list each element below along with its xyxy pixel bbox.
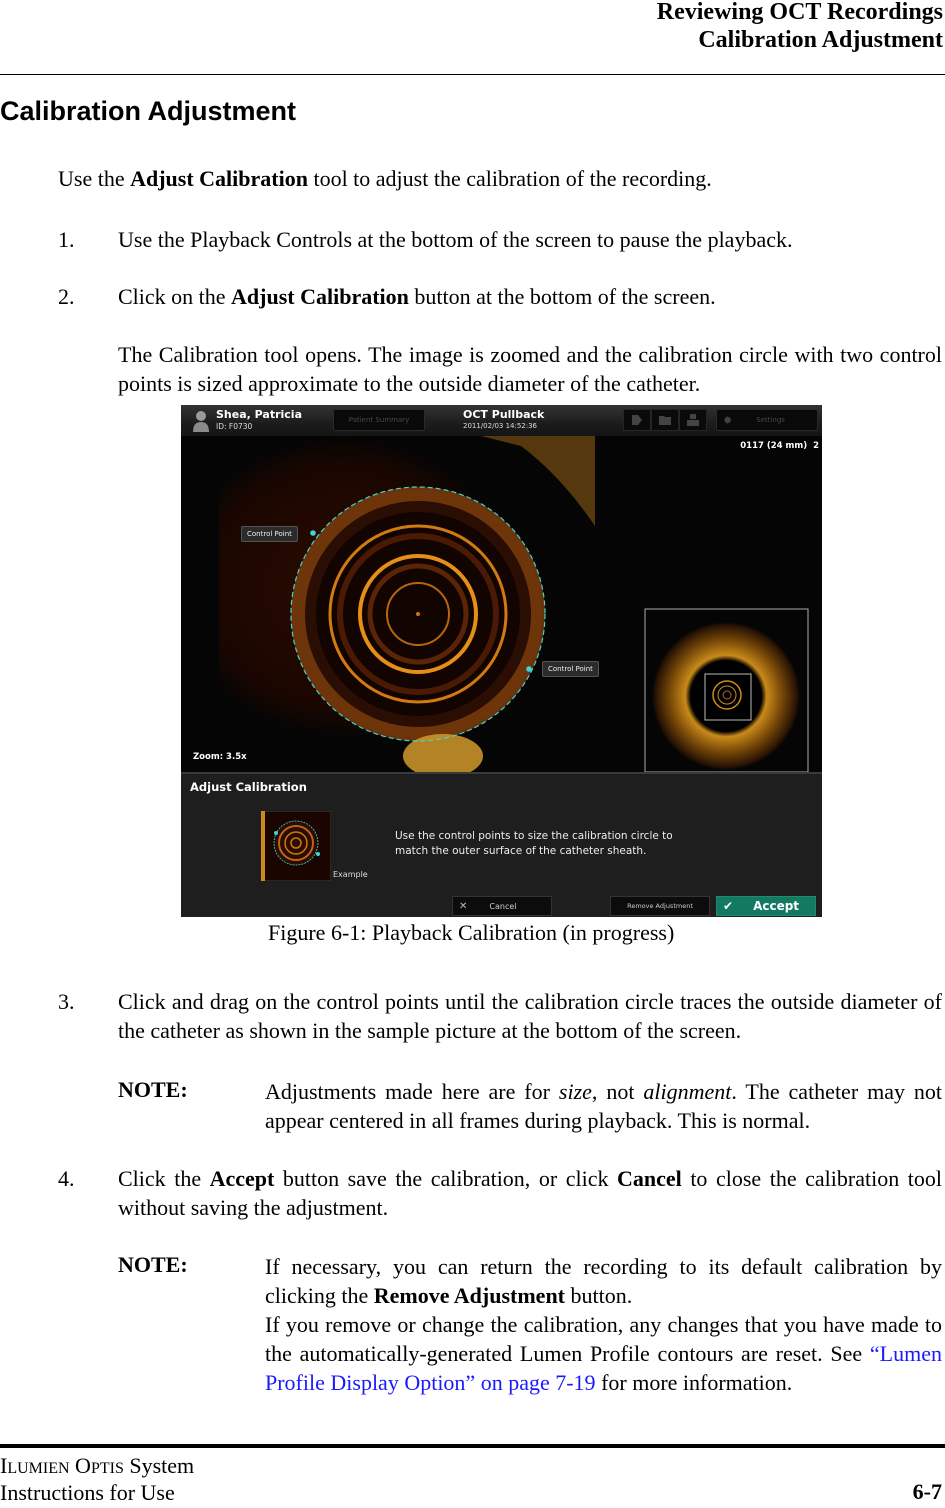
note-paragraph: If you remove or change the calibration,… [265,1310,942,1397]
oct-image-area [181,436,822,772]
step-text-part: button save the calibration, or click [274,1166,618,1191]
footer-text: System [123,1453,195,1478]
patient-name: Shea, Patricia [216,408,303,421]
note-paragraph: If necessary, you can return the recordi… [265,1252,942,1310]
note-label: NOTE: [118,1077,188,1102]
control-point-handle[interactable] [526,666,532,672]
note-italic: size [558,1079,592,1104]
accept-label: Accept [753,899,800,913]
example-thumbnail [261,811,331,881]
step2-followup: The Calibration tool opens. The image is… [118,342,942,396]
note-text: button. [565,1283,633,1308]
step-number: 2. [58,284,75,309]
note-italic: alignment [643,1079,732,1104]
control-point-callout: Control Point [241,526,298,542]
cancel-button[interactable]: ✕ Cancel [452,896,552,916]
recording-title: OCT Pullback [463,408,545,421]
settings-button[interactable]: ✹ Settings [716,409,818,431]
accept-button[interactable]: ✔ Accept [716,896,816,916]
recording-datetime: 2011/02/03 14:52:36 [463,422,538,430]
example-label: Example [333,870,368,879]
settings-label: Settings [756,416,785,424]
intro-paragraph: Use the Adjust Calibration tool to adjus… [58,164,712,193]
folder-button[interactable] [651,409,679,431]
step-bold: Accept [209,1166,275,1191]
adjust-calibration-panel: Adjust Calibration Example Use the contr… [181,772,822,917]
step-bold: Adjust Calibration [231,284,409,309]
note-body: If necessary, you can return the recordi… [265,1252,942,1397]
note-text: , not [591,1079,644,1104]
intro-bold: Adjust Calibration [130,166,308,191]
note-text: If you remove or change the calibration,… [265,1312,942,1366]
step-number: 3. [58,989,75,1014]
section-title: Calibration Adjustment [0,96,297,126]
instructions-line: Use the control points to size the calib… [395,830,673,842]
instructions-line: match the outer surface of the catheter … [395,845,647,857]
intro-text-end: tool to adjust the calibration of the re… [307,166,712,191]
step-text-part: Click the [118,1166,210,1191]
step-text: Click on the Adjust Calibration button a… [118,282,942,311]
page-number: 6-7 [912,1479,942,1504]
footer-rule [0,1444,945,1448]
step-text: Use the Playback Controls at the bottom … [118,227,793,252]
header-rule [0,74,945,75]
footer-doc: Instructions for Use [0,1480,175,1505]
zoom-level: Zoom: 3.5x [193,752,247,762]
patient-avatar-icon [193,411,209,432]
note-body: Adjustments made here are for size, not … [265,1077,942,1135]
note-label: NOTE: [118,1252,188,1277]
step-text-part: Click on the [118,284,232,309]
gear-icon: ✹ [723,413,733,427]
patient-summary-tab[interactable]: Patient Summary [333,409,425,431]
step-bold: Cancel [617,1166,682,1191]
footer-text: PTIS [90,1460,124,1477]
catheter-rings [291,487,545,741]
running-header-section: Calibration Adjustment [698,27,943,53]
frame-info: 0117 (24 mm) 2 [740,441,819,451]
printer-icon [687,414,699,426]
panel-title: Adjust Calibration [190,780,307,794]
note-bold: Remove Adjustment [373,1283,566,1308]
control-point-handle[interactable] [310,530,316,536]
close-icon: ✕ [459,900,468,912]
note-text: for more information. [595,1370,793,1395]
export-button[interactable] [623,409,651,431]
intro-text: Use the [58,166,131,191]
figure-screenshot: Shea, Patricia ID: F0730 Patient Summary… [181,405,822,917]
step-number: 1. [58,227,75,252]
step-text: Click the Accept button save the calibra… [118,1164,942,1222]
figure-caption: Figure 6-1: Playback Calibration (in pro… [268,920,675,945]
patient-id: ID: F0730 [216,422,253,431]
checkmark-icon: ✔ [723,899,734,913]
footer-text: LUMIEN [7,1460,70,1477]
step-text: Click and drag on the control points unt… [118,989,942,1043]
step-number: 4. [58,1166,75,1191]
overview-oct-image [652,622,800,770]
footer-text: O [75,1453,91,1478]
step-text-part: button at the bottom of the screen. [408,284,716,309]
export-icon [632,415,642,425]
control-point-callout: Control Point [542,661,599,677]
print-button[interactable] [679,409,707,431]
cancel-label: Cancel [489,901,517,911]
folder-icon [659,416,671,425]
remove-adjustment-button[interactable]: Remove Adjustment [610,896,710,916]
note-text: Adjustments made here are for [265,1079,559,1104]
app-top-bar: Shea, Patricia ID: F0730 Patient Summary… [181,405,822,436]
instructions-text: Use the control points to size the calib… [395,829,673,859]
running-header-chapter: Reviewing OCT Recordings [656,0,943,25]
